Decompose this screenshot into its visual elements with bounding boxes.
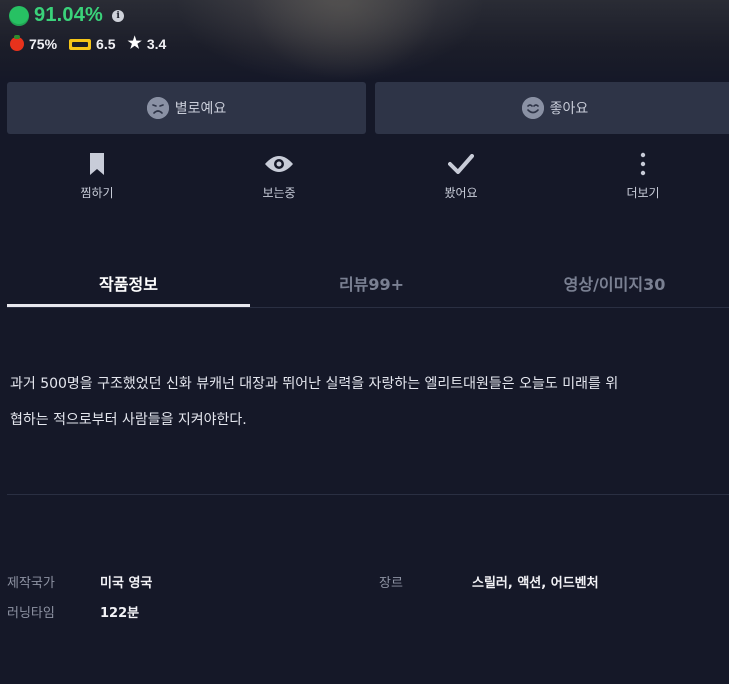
tomato-score: 75% [29, 36, 58, 52]
details-row: 제작국가 미국 영국 장르 스릴러, 액션, 어드벤처 [7, 572, 729, 602]
tab-info[interactable]: 작품정보 [7, 262, 250, 307]
info-icon[interactable]: i [112, 9, 125, 22]
star-icon: ★ [127, 35, 142, 52]
bookmark-button[interactable]: 찜하기 [37, 150, 157, 201]
dislike-label: 별로예요 [174, 101, 227, 117]
imdb-score: 6.5 [96, 36, 116, 52]
genre-label: 장르 [379, 576, 403, 591]
more-vertical-icon [640, 150, 646, 178]
smile-face-icon [521, 97, 544, 119]
dislike-button[interactable]: 별로예요 [7, 82, 366, 134]
match-percent: 91.04% [34, 4, 104, 26]
country-label: 제작국가 [7, 576, 55, 591]
runtime-label: 러닝타임 [7, 606, 55, 621]
sad-face-icon [146, 97, 169, 119]
eye-icon [264, 150, 294, 178]
tomato-rating: 75% [10, 35, 58, 52]
watching-label: 보는중 [262, 186, 296, 200]
more-button[interactable]: 더보기 [583, 150, 703, 201]
star-rating: ★ 3.4 [127, 35, 167, 53]
genre-value: 스릴러, 액션, 어드벤처 [472, 576, 599, 591]
details-row: 러닝타임 122분 [7, 602, 729, 632]
watching-button[interactable]: 보는중 [219, 150, 339, 201]
tab-media[interactable]: 영상/이미지30 [493, 262, 729, 304]
bookmark-icon [88, 150, 106, 178]
content-tabs: 작품정보 리뷰99+ 영상/이미지30 [7, 262, 729, 308]
bookmark-label: 찜하기 [80, 186, 114, 200]
more-label: 더보기 [626, 186, 660, 200]
watched-button[interactable]: 봤어요 [401, 150, 521, 201]
check-icon [448, 150, 474, 178]
imdb-icon [69, 38, 92, 50]
like-button[interactable]: 좋아요 [375, 82, 729, 134]
details-grid: 제작국가 미국 영국 장르 스릴러, 액션, 어드벤처 러닝타임 122분 [7, 572, 729, 632]
external-ratings: 75% 6.5 ★ 3.4 [10, 35, 172, 53]
poster-figure [250, 0, 440, 80]
synopsis-line: 협하는 적으로부터 사람들을 지켜야한다. [10, 412, 247, 428]
like-label: 좋아요 [549, 101, 589, 117]
watched-label: 봤어요 [444, 186, 478, 200]
synopsis-line: 과거 500명을 구조했었던 신화 뷰캐넌 대장과 뛰어난 실력을 자랑하는 엘… [10, 376, 619, 392]
synopsis: 과거 500명을 구조했었던 신화 뷰캐넌 대장과 뛰어난 실력을 자랑하는 엘… [10, 366, 710, 438]
imdb-rating: 6.5 [69, 36, 116, 52]
divider [7, 494, 729, 495]
star-score: 3.4 [146, 36, 167, 52]
tomato-icon [10, 35, 24, 51]
tab-reviews[interactable]: 리뷰99+ [250, 262, 493, 304]
runtime-value: 122분 [100, 606, 140, 621]
match-icon [9, 5, 29, 26]
country-value: 미국 영국 [100, 576, 153, 591]
match-score: 91.04% i [9, 4, 125, 27]
